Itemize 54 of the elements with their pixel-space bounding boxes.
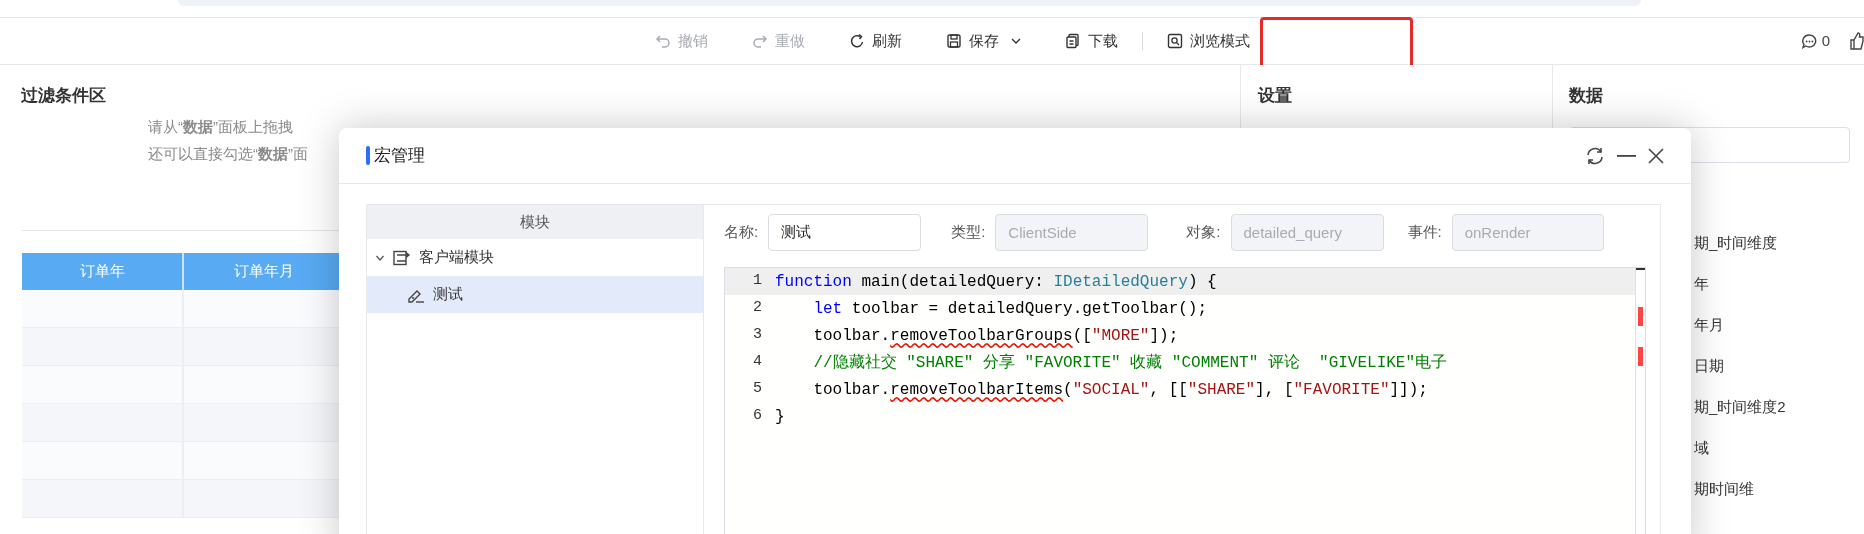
line-number: 5 [752, 379, 763, 400]
field-item[interactable]: 期时间维 [1694, 469, 1786, 510]
hint-text: 请从“数据”面板上拖拽 [148, 117, 294, 137]
module-icon [393, 249, 411, 266]
dialog-title: 宏管理 [374, 144, 425, 167]
hint-text: 还可以直接勾选“数据”面 [148, 144, 308, 164]
line-number: 4 [752, 352, 763, 373]
field-label: 类型: [951, 222, 986, 243]
line-number: 6 [752, 406, 763, 427]
code-line: toolbar.removeToolbarGroups(["MORE"]); [812, 325, 1179, 347]
close-icon[interactable] [1648, 147, 1664, 164]
panel-title: 数据 [1569, 85, 1603, 107]
tree-item[interactable]: 测试 [367, 276, 703, 313]
comment-button[interactable]: 0 [1800, 29, 1830, 53]
field-item[interactable]: 年月 [1694, 305, 1786, 346]
minimize-icon[interactable] [1617, 154, 1636, 157]
field-label: 对象: [1186, 222, 1221, 243]
thumbs-up-icon[interactable] [1850, 32, 1864, 50]
undo-icon [655, 33, 671, 49]
save-button[interactable]: 保存 [946, 29, 1021, 53]
document-icon [1065, 33, 1081, 49]
field-item[interactable]: 期_时间维度 [1694, 223, 1786, 264]
panel-title: 设置 [1258, 85, 1292, 107]
error-mark [1638, 347, 1643, 366]
section-title: 过滤条件区 [21, 85, 106, 107]
download-button[interactable]: 下载 [1065, 29, 1118, 53]
preview-icon [1167, 33, 1183, 49]
preview-button[interactable]: 浏览模式 [1167, 29, 1250, 53]
field-item[interactable]: 期_时间维度2 [1694, 387, 1786, 428]
code-line: //隐藏社交 "SHARE" 分享 "FAVORITE" 收藏 "COMMENT" 评论 "GIVELIKE"电子 [812, 352, 1448, 374]
error-mark [1638, 307, 1643, 326]
field-label: 事件: [1407, 222, 1442, 243]
code-line: function main(detailedQuery: IDetailedQuery) { [774, 271, 1217, 293]
field-item[interactable]: 域 [1694, 428, 1786, 469]
code-line: } [774, 406, 785, 428]
refresh-button[interactable]: 刷新 [849, 29, 902, 53]
save-icon [946, 33, 962, 49]
input-field[interactable]: 测试 [768, 214, 922, 251]
field-item[interactable]: 年 [1694, 264, 1786, 305]
refresh-icon[interactable] [1585, 145, 1605, 166]
code-line: toolbar.removeToolbarItems("SOCIAL", [["SHARE"], ["FAVORITE"]]); [812, 379, 1428, 401]
scroll-thumb[interactable] [1636, 268, 1645, 270]
panel-header: 模块 [367, 205, 703, 239]
line-number: 3 [752, 325, 763, 346]
code-line: let toolbar = detailedQuery.getToolbar(); [812, 298, 1208, 320]
tree-item[interactable]: 客户端模块 [367, 239, 703, 276]
redo-icon [752, 33, 768, 49]
refresh-icon [849, 33, 865, 49]
line-number: 1 [752, 271, 763, 292]
field-label: 名称: [724, 222, 759, 243]
title-accent [366, 146, 370, 165]
comment-icon [1800, 32, 1818, 50]
line-number: 2 [752, 298, 763, 319]
field-item[interactable]: 日期 [1694, 346, 1786, 387]
